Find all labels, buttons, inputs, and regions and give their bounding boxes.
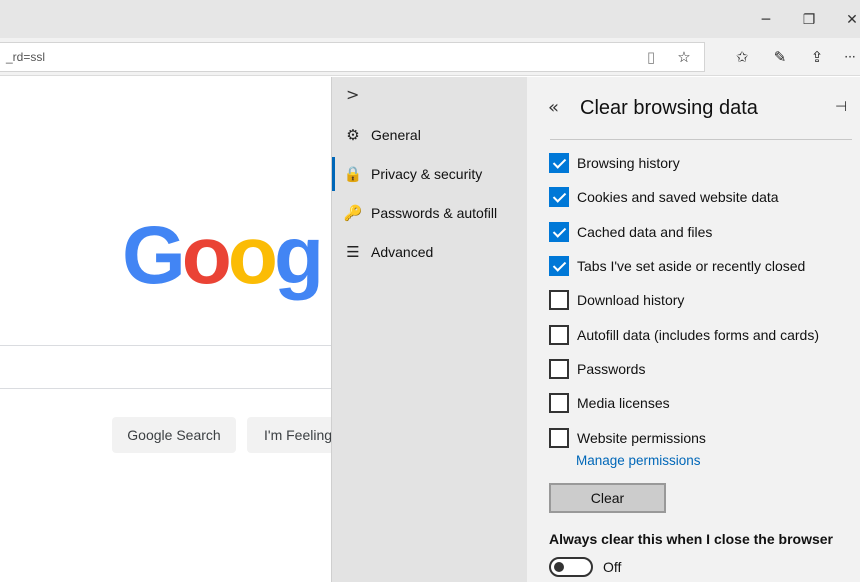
logo-letter: o (227, 210, 278, 301)
option-label: Media licenses (577, 395, 670, 411)
option-cookies[interactable]: Cookies and saved website data (549, 187, 849, 211)
logo-letter: G (122, 210, 186, 301)
key-icon: 🔑 (343, 204, 363, 222)
more-icon[interactable]: ··· (840, 46, 860, 68)
close-icon: ✕ (846, 12, 858, 28)
option-browsing-history[interactable]: Browsing history (549, 153, 849, 177)
close-button[interactable]: ✕ (840, 8, 860, 32)
address-bar[interactable]: _rd=ssl ▯ ☆ (0, 42, 705, 72)
option-label: Tabs I've set aside or recently closed (577, 258, 806, 274)
checkbox[interactable] (549, 153, 569, 173)
checkbox[interactable] (549, 393, 569, 413)
address-text[interactable]: _rd=ssl (6, 50, 45, 64)
nav-item-general[interactable]: ⚙ General (332, 116, 528, 154)
option-label: Website permissions (577, 430, 706, 446)
option-website-permissions[interactable]: Website permissions (549, 428, 849, 452)
google-logo: Goog (122, 215, 324, 297)
share-icon[interactable]: ⇪ (806, 46, 828, 68)
checkbox[interactable] (549, 290, 569, 310)
logo-letter: g (273, 210, 324, 301)
pane-title: Clear browsing data (580, 97, 758, 119)
nav-item-privacy-security[interactable]: 🔒 Privacy & security (332, 155, 528, 193)
option-autofill-data[interactable]: Autofill data (includes forms and cards) (549, 325, 849, 349)
settings-nav: > ⚙ General 🔒 Privacy & security 🔑 Passw… (331, 77, 527, 582)
toolbar: _rd=ssl ▯ ☆ ✩ ✎ ⇪ ··· (0, 38, 860, 76)
reading-view-icon[interactable]: ▯ (640, 46, 662, 68)
nav-item-advanced[interactable]: ☰ Advanced (332, 233, 528, 271)
nav-item-label: Passwords & autofill (371, 205, 498, 221)
title-bar: ─ ❐ ✕ (0, 0, 860, 38)
restore-button[interactable]: ❐ (797, 8, 821, 32)
toggle-state-label: Off (603, 559, 622, 575)
always-clear-toggle[interactable] (549, 557, 593, 577)
google-search-button[interactable]: Google Search (112, 417, 236, 453)
divider (550, 139, 852, 140)
option-label: Passwords (577, 361, 646, 377)
checkbox[interactable] (549, 256, 569, 276)
minimize-icon: ─ (761, 12, 771, 28)
favorites-list-icon[interactable]: ✩ (731, 46, 753, 68)
always-clear-label: Always clear this when I close the brows… (549, 531, 833, 547)
favorite-star-icon[interactable]: ☆ (673, 46, 695, 68)
option-label: Browsing history (577, 155, 680, 171)
clear-button[interactable]: Clear (549, 483, 666, 513)
option-download-history[interactable]: Download history (549, 290, 849, 314)
pin-icon[interactable]: ⊣ (835, 99, 847, 115)
manage-permissions-link[interactable]: Manage permissions (576, 453, 701, 468)
option-passwords[interactable]: Passwords (549, 359, 849, 383)
minimize-button[interactable]: ─ (754, 8, 778, 32)
web-notes-icon[interactable]: ✎ (769, 46, 791, 68)
collapse-chevron-icon[interactable]: > (346, 85, 359, 104)
nav-item-passwords-autofill[interactable]: 🔑 Passwords & autofill (332, 194, 528, 232)
option-tabs-set-aside[interactable]: Tabs I've set aside or recently closed (549, 256, 849, 280)
option-cached-data[interactable]: Cached data and files (549, 222, 849, 246)
checkbox[interactable] (549, 359, 569, 379)
restore-icon: ❐ (802, 12, 816, 28)
logo-letter: o (181, 210, 232, 301)
toggle-knob (554, 562, 564, 572)
nav-item-label: Advanced (371, 244, 434, 260)
option-label: Cached data and files (577, 224, 713, 240)
back-icon[interactable]: « (548, 97, 559, 118)
option-label: Autofill data (includes forms and cards) (577, 327, 819, 343)
gear-icon: ⚙ (346, 126, 360, 144)
option-label: Download history (577, 292, 685, 308)
checkbox[interactable] (549, 187, 569, 207)
option-label: Cookies and saved website data (577, 189, 779, 205)
checkbox[interactable] (549, 428, 569, 448)
nav-item-label: General (371, 127, 421, 143)
option-media-licenses[interactable]: Media licenses (549, 393, 849, 417)
lock-icon: 🔒 (343, 165, 363, 183)
checkbox[interactable] (549, 325, 569, 345)
clear-browsing-data-pane: « Clear browsing data ⊣ Browsing history… (527, 77, 860, 582)
sliders-icon: ☰ (346, 243, 360, 261)
checkbox[interactable] (549, 222, 569, 242)
nav-item-label: Privacy & security (371, 166, 483, 182)
